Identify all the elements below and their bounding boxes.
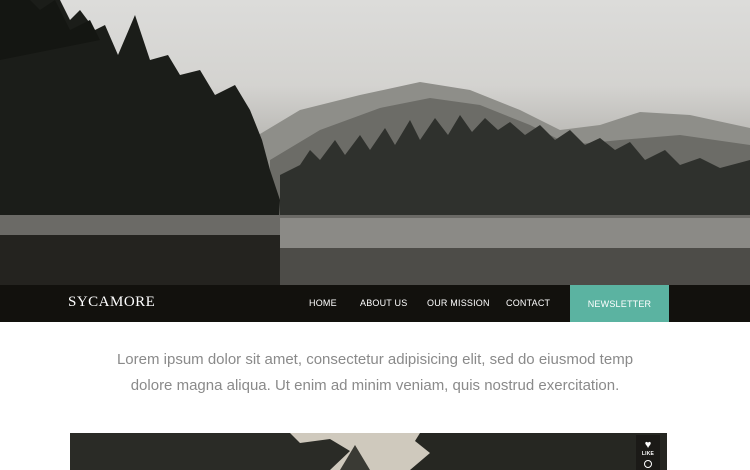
nav-link-contact[interactable]: CONTACT: [506, 298, 550, 308]
like-label: LIKE: [641, 451, 655, 457]
brand-logo[interactable]: SYCAMORE: [68, 294, 155, 311]
forest-trees-photo: [70, 433, 667, 470]
intro-line-1: Lorem ipsum dolor sit amet, consectetur …: [116, 351, 634, 368]
hero-landscape: [0, 0, 750, 285]
comment-icon: [644, 460, 652, 468]
nav-link-our-mission[interactable]: OUR MISSION: [427, 298, 490, 308]
nav-link-home[interactable]: HOME: [309, 298, 337, 308]
nav-link-about-us[interactable]: ABOUT US: [360, 298, 407, 308]
newsletter-button[interactable]: NEWSLETTER: [570, 285, 669, 322]
heart-icon: ♥: [644, 439, 652, 451]
like-button[interactable]: ♥ LIKE: [636, 435, 660, 470]
intro-paragraph: Lorem ipsum dolor sit amet, consectetur …: [95, 347, 655, 399]
hero-image: [0, 0, 750, 285]
gallery-photo[interactable]: [70, 433, 667, 470]
intro-line-2: dolore magna aliqua. Ut enim ad minim ve…: [130, 377, 620, 394]
